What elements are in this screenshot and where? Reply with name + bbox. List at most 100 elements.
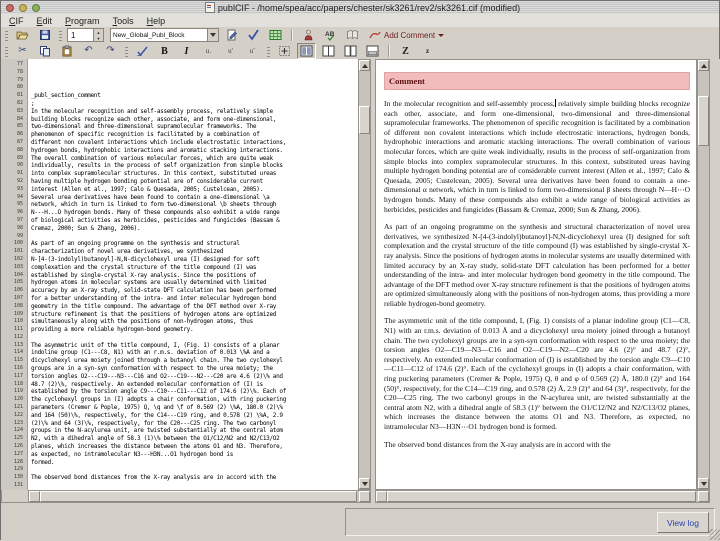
- code-line[interactable]: The asymmetric unit of the title compoun…: [31, 342, 358, 350]
- code-line[interactable]: 48.7 (2)\%, respectively. An extended mo…: [31, 381, 358, 389]
- spelling-button[interactable]: AB: [321, 27, 340, 43]
- preview-pane[interactable]: Comment In the molecular recognition and…: [375, 59, 697, 490]
- block-selector[interactable]: New_Global_Publ_Block: [110, 28, 219, 42]
- close-button[interactable]: [6, 3, 14, 12]
- validate-cif-button[interactable]: [244, 27, 263, 43]
- code-line[interactable]: parameters (Cremer & Pople, 1975) Q, \q …: [31, 404, 358, 412]
- toolbar-drag-handle[interactable]: [125, 45, 128, 57]
- menu-cif[interactable]: CIF: [9, 16, 24, 26]
- code-line[interactable]: [31, 233, 358, 241]
- scrollbar-thumb[interactable]: [698, 96, 709, 146]
- code-line[interactable]: groups in the N-acylurea unit, are twist…: [31, 427, 358, 435]
- layout-split-view-button[interactable]: [297, 43, 316, 59]
- code-line[interactable]: established by single-crystal X-ray anal…: [31, 272, 358, 280]
- code-line[interactable]: _publ_section_comment: [31, 92, 358, 100]
- combo-arrow-button[interactable]: [207, 29, 218, 41]
- paste-button[interactable]: [57, 43, 76, 59]
- code-line[interactable]: phenomenon of specific recognition is fa…: [31, 131, 358, 139]
- preview-paragraph[interactable]: The asymmetric unit of the title compoun…: [384, 316, 690, 431]
- scroll-up-button[interactable]: [359, 60, 370, 71]
- font-larger-button[interactable]: Z: [396, 43, 415, 59]
- spin-down-icon[interactable]: ▼: [94, 35, 103, 41]
- preview-horizontal-scrollbar[interactable]: [375, 490, 710, 503]
- redo-button[interactable]: ↷: [101, 43, 120, 59]
- code-line[interactable]: into complex supramolecular structures. …: [31, 170, 358, 178]
- editor-text[interactable]: _publ_section_comment; In the molecular r…: [28, 59, 358, 490]
- editor-vertical-scrollbar[interactable]: [358, 59, 371, 490]
- save-file-button[interactable]: [35, 27, 54, 43]
- code-line[interactable]: [31, 482, 358, 490]
- code-line[interactable]: structure refinement is that the positio…: [31, 311, 358, 319]
- code-line[interactable]: [31, 61, 358, 69]
- menu-help[interactable]: Help: [147, 16, 166, 26]
- scroll-left-button[interactable]: [376, 491, 387, 502]
- minimize-button[interactable]: [19, 3, 27, 12]
- toolbar-drag-handle[interactable]: [5, 45, 8, 57]
- copy-button[interactable]: [35, 43, 54, 59]
- code-line[interactable]: as expected, no intramolecular N3---H3N.…: [31, 451, 358, 459]
- resize-grip-icon[interactable]: [709, 529, 720, 540]
- scroll-down-button[interactable]: [359, 478, 370, 489]
- code-line[interactable]: The observed bond distances from the X-r…: [31, 474, 358, 482]
- block-number-stepper[interactable]: 1 ▲ ▼: [67, 28, 104, 42]
- code-line[interactable]: different non covalent interactions whic…: [31, 139, 358, 147]
- code-line[interactable]: (2)\% and 64 (3)\%, respectively, for th…: [31, 420, 358, 428]
- code-line[interactable]: indoline group (C1---C8, N1) with an r.m…: [31, 349, 358, 357]
- code-line[interactable]: In the molecular recognition and self-as…: [31, 108, 358, 116]
- code-line[interactable]: characterization of novel urea derivativ…: [31, 248, 358, 256]
- code-line[interactable]: N-[4-(3-indolyl)butanoyl]-N,N-dicyclohex…: [31, 256, 358, 264]
- superscript-button[interactable]: u': [221, 43, 240, 59]
- code-line[interactable]: Several urea derivatives have been found…: [31, 194, 358, 202]
- code-line[interactable]: [31, 466, 358, 474]
- code-line[interactable]: providing a more reliable hydrogen-bond …: [31, 326, 358, 334]
- code-line[interactable]: N---H...O hydrogen bonds. Many of these …: [31, 209, 358, 217]
- code-line[interactable]: hydrogen atoms in molecular systems are …: [31, 279, 358, 287]
- code-line[interactable]: for a better understanding of the intra-…: [31, 295, 358, 303]
- menu-edit[interactable]: Edit: [37, 16, 53, 26]
- code-line[interactable]: geometry in the title compound. The adva…: [31, 303, 358, 311]
- code-line[interactable]: individually, results in the process of …: [31, 162, 358, 170]
- subscript-button[interactable]: u.: [199, 43, 218, 59]
- toolbar-drag-handle[interactable]: [5, 29, 8, 41]
- dictionary-button[interactable]: [343, 27, 362, 43]
- code-line[interactable]: of biological activities as herbicides, …: [31, 217, 358, 225]
- code-line[interactable]: [31, 69, 358, 77]
- code-line[interactable]: ;: [31, 100, 358, 108]
- code-line[interactable]: hydrogen bonds, hydrophobic interactions…: [31, 147, 358, 155]
- code-line[interactable]: [31, 334, 358, 342]
- code-line[interactable]: simultaneously along with the positions …: [31, 318, 358, 326]
- code-line[interactable]: building blocks recognize each other, as…: [31, 116, 358, 124]
- scroll-right-button[interactable]: [698, 491, 709, 502]
- code-line[interactable]: and 164 (50)\%, respectively, for the C1…: [31, 412, 358, 420]
- scrollbar-thumb[interactable]: [40, 491, 357, 502]
- cut-button[interactable]: ✂: [13, 43, 32, 59]
- code-line[interactable]: established by the torsion angle C9---C1…: [31, 388, 358, 396]
- code-line[interactable]: groups are in a syn-syn conformation wit…: [31, 365, 358, 373]
- maximize-button[interactable]: [32, 3, 40, 12]
- view-log-button[interactable]: View log: [657, 512, 709, 533]
- focus-region-button[interactable]: [275, 43, 294, 59]
- code-line[interactable]: [31, 77, 358, 85]
- code-line[interactable]: torsion angles O2---C19---N3---C16 and O…: [31, 373, 358, 381]
- menu-tools[interactable]: Tools: [113, 16, 134, 26]
- code-line[interactable]: [31, 84, 358, 92]
- preview-paragraph[interactable]: The observed bond distances from the X-r…: [384, 440, 690, 450]
- undo-button[interactable]: ↶: [79, 43, 98, 59]
- code-line[interactable]: accuracy by an X-ray study, solid-state …: [31, 287, 358, 295]
- scroll-up-button[interactable]: [698, 60, 709, 71]
- preview-paragraph[interactable]: In the molecular recognition and self-as…: [384, 99, 690, 214]
- code-line[interactable]: dicyclohexyl urea moiety joined through …: [31, 357, 358, 365]
- spellcheck-text-button[interactable]: [133, 43, 152, 59]
- accent-button[interactable]: u¨: [243, 43, 262, 59]
- preview-paragraph[interactable]: As part of an ongoing programme on the s…: [384, 222, 690, 308]
- code-line[interactable]: Cremaz, 2000; Sun & Zhang, 2006).: [31, 225, 358, 233]
- layout-right-pane-button[interactable]: [341, 43, 360, 59]
- code-line[interactable]: the cyclohexyl groups in (I) adopts a ch…: [31, 396, 358, 404]
- scroll-left-button[interactable]: [29, 491, 40, 502]
- title-bar[interactable]: publCIF - /home/spea/acc/papers/chester/…: [1, 1, 719, 15]
- code-line[interactable]: complexation and the crystal structure o…: [31, 264, 358, 272]
- layout-left-pane-button[interactable]: [319, 43, 338, 59]
- scrollbar-thumb[interactable]: [387, 491, 696, 502]
- bold-button[interactable]: B: [155, 43, 174, 59]
- editor-horizontal-scrollbar[interactable]: [28, 490, 371, 503]
